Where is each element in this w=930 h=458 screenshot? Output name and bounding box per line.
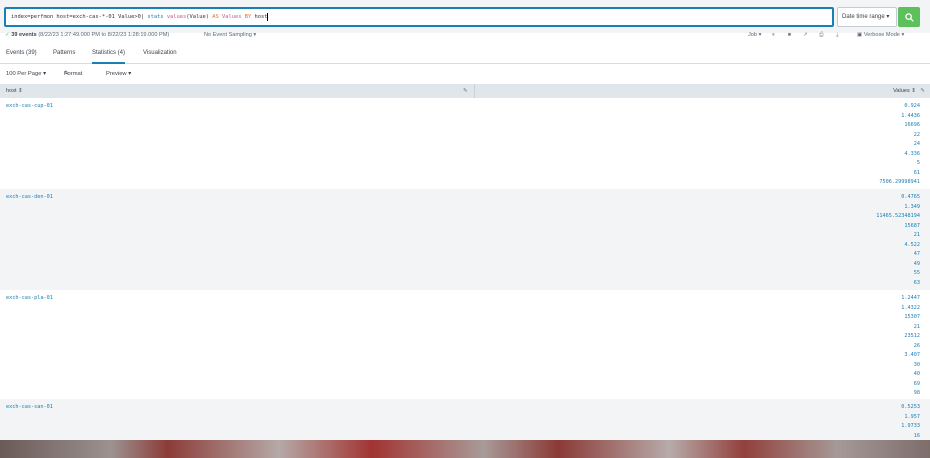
value-item[interactable]: 30 [901, 361, 920, 371]
value-item[interactable]: 1.4436 [879, 112, 920, 122]
value-item[interactable]: 49 [876, 260, 920, 270]
value-item[interactable]: 1.2447 [901, 294, 920, 304]
mode-icon: ▣ [857, 32, 864, 38]
value-item[interactable]: 3.407 [901, 351, 920, 361]
host-cell[interactable]: exch-cas-pla-01 [6, 295, 53, 301]
value-item[interactable]: 1.957 [901, 413, 920, 423]
value-item[interactable]: 15307 [901, 313, 920, 323]
values-cell: 1.2447 1.4322 15307 21 23512 26 3.407 30 40 69 98 [901, 294, 920, 399]
value-item[interactable]: 69 [901, 380, 920, 390]
pencil-icon[interactable]: ✎ [920, 84, 925, 98]
preview-dropdown[interactable]: Preview ▾ [106, 66, 131, 82]
query-function-arg: (Value) [186, 14, 213, 20]
tab-events[interactable]: Events (39) [6, 50, 37, 64]
query-base: index=perfmon host=exch-cas-*-01 Value>0 [11, 14, 141, 20]
value-item[interactable]: 15687 [876, 222, 920, 232]
column-divider[interactable] [474, 84, 475, 98]
results-tabs: Events (39) Patterns Statistics (4) Visu… [0, 46, 930, 64]
value-item[interactable]: 0.5253 [901, 403, 920, 413]
stop-icon[interactable]: ■ [785, 29, 793, 42]
search-icon [904, 12, 914, 22]
value-item[interactable]: 16696 [879, 121, 920, 131]
column-header-host[interactable]: host ⇕ [6, 84, 23, 98]
value-item[interactable]: 24 [879, 140, 920, 150]
tab-patterns[interactable]: Patterns [53, 50, 75, 64]
table-row: exch-cas-cup-01 0.924 1.4436 16696 22 24 4.336… [0, 98, 930, 189]
value-item[interactable]: 0.924 [879, 102, 920, 112]
host-cell[interactable]: exch-cas-den-01 [6, 194, 53, 200]
event-count-summary: ✓ 39 events (8/22/23 1:27:49.000 PM to 8… [5, 29, 169, 42]
value-item[interactable]: 0.4765 [876, 193, 920, 203]
value-item[interactable]: 21 [901, 323, 920, 333]
value-item[interactable]: 40 [901, 370, 920, 380]
host-cell[interactable]: exch-cas-cup-01 [6, 103, 53, 109]
value-item[interactable]: 21 [876, 231, 920, 241]
value-item[interactable]: 61 [879, 169, 920, 179]
format-label: Format [64, 71, 83, 77]
search-status-bar: ✓ 39 events (8/22/23 1:27:49.000 PM to 8… [0, 29, 930, 42]
value-item[interactable]: 7506.29998941 [879, 178, 920, 188]
value-item[interactable]: 4.336 [879, 150, 920, 160]
share-icon[interactable]: ↗ [801, 29, 809, 42]
search-mode-label: Verbose Mode ▾ [863, 32, 905, 38]
table-row: exch-cas-den-01 0.4765 1.349 11465.52348194… [0, 189, 930, 290]
results-options-bar: 100 Per Page ▾ ✎ Format Preview ▾ [0, 66, 930, 82]
per-page-dropdown[interactable]: 100 Per Page ▾ [6, 66, 46, 82]
event-count: 39 events [11, 32, 37, 38]
value-item[interactable]: 26 [901, 342, 920, 352]
search-mode-dropdown[interactable]: ▣ Verbose Mode ▾ [857, 29, 904, 42]
tab-visualization[interactable]: Visualization [143, 50, 177, 64]
value-item[interactable]: 47 [876, 250, 920, 260]
time-range-picker[interactable]: Date time range ▾ [837, 7, 897, 27]
value-item[interactable]: 5 [879, 159, 920, 169]
table-row: exch-cas-pla-01 1.2447 1.4322 15307 21 23512 2… [0, 290, 930, 399]
host-cell[interactable]: exch-cas-san-01 [6, 404, 53, 410]
time-range-text: (8/22/23 1:27:49.000 PM to 8/22/23 1:28:… [38, 32, 170, 38]
check-icon: ✓ [5, 32, 10, 38]
pause-icon[interactable]: ⏸ [769, 29, 777, 42]
value-item[interactable]: 23512 [901, 332, 920, 342]
background-image-strip [0, 440, 930, 458]
query-alias: Values [218, 14, 245, 20]
job-toolbar: Job ▾ ⏸ ■ ↗ ⎙ ⤓ [748, 29, 841, 42]
search-query-input[interactable]: index=perfmon host=exch-cas-*-01 Value>0… [4, 7, 834, 27]
value-item[interactable]: 63 [876, 279, 920, 289]
query-command: stats [147, 14, 167, 20]
value-item[interactable]: 98 [901, 389, 920, 399]
values-cell: 0.4765 1.349 11465.52348194 15687 21 4.522 47 4… [876, 193, 920, 288]
print-icon[interactable]: ⎙ [817, 29, 825, 42]
values-cell: 0.924 1.4436 16696 22 24 4.336 5 61 7506.2999894… [879, 102, 920, 188]
column-header-values[interactable]: Values ⇕ [893, 84, 916, 98]
query-field: host [251, 14, 268, 20]
value-item[interactable]: 4.522 [876, 241, 920, 251]
table-header: host ⇕ ✎ Values ⇕ ✎ [0, 84, 930, 98]
value-item[interactable]: 22 [879, 131, 920, 141]
table-row: exch-cas-san-01 0.5253 1.957 1.9733 16 [0, 399, 930, 440]
query-function: values [166, 14, 187, 20]
job-menu[interactable]: Job ▾ [748, 29, 761, 42]
event-sampling-dropdown[interactable]: No Event Sampling ▾ [204, 29, 256, 42]
value-item[interactable]: 1.349 [876, 203, 920, 213]
pencil-icon[interactable]: ✎ [463, 84, 468, 98]
values-cell: 0.5253 1.957 1.9733 16 [901, 403, 920, 441]
value-item[interactable]: 1.9733 [901, 422, 920, 432]
tab-statistics[interactable]: Statistics (4) [92, 50, 126, 64]
value-item[interactable]: 11465.52348194 [876, 212, 920, 222]
value-item[interactable]: 1.4322 [901, 304, 920, 314]
value-item[interactable]: 55 [876, 269, 920, 279]
text-caret [267, 12, 269, 21]
search-button[interactable] [898, 7, 920, 27]
download-icon[interactable]: ⤓ [833, 29, 841, 42]
